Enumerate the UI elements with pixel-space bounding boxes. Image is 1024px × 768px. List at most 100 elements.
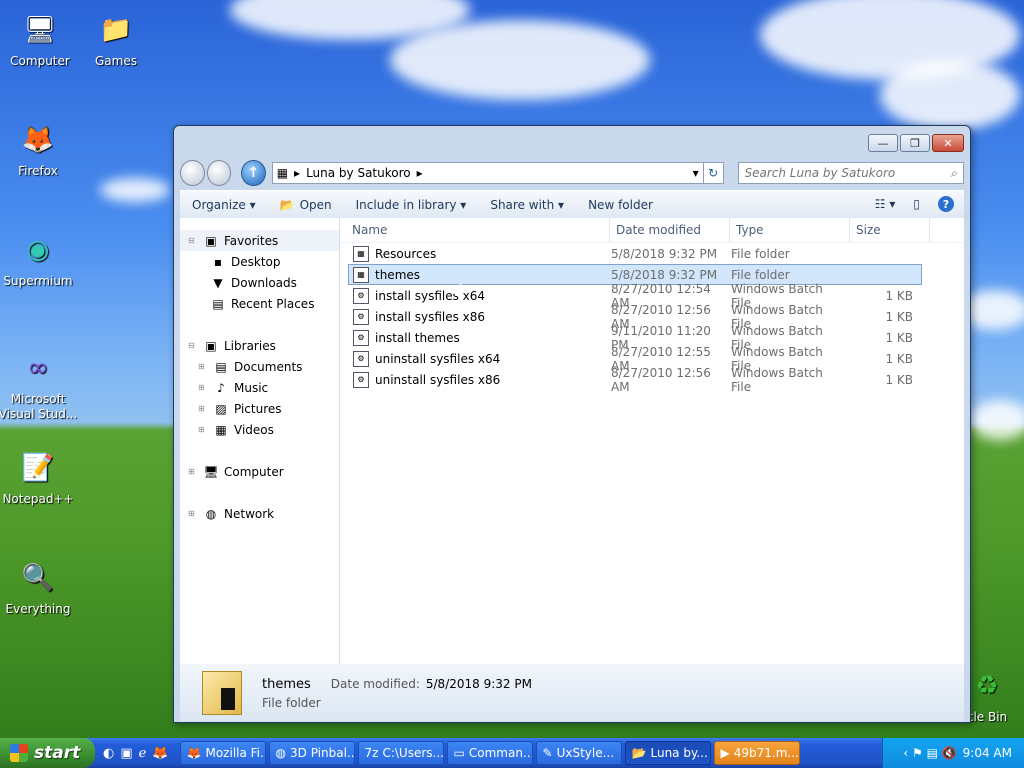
column-size[interactable]: Size	[850, 218, 930, 242]
preview-pane-button[interactable]: ▯	[913, 197, 920, 211]
collapse-icon[interactable]: ⊟	[188, 236, 198, 245]
desktop-icon-games[interactable]: 📁 Games	[76, 8, 156, 69]
breadcrumb-luna-by-satukoro[interactable]: Luna by Satukoro	[306, 166, 411, 180]
desktop-icon-visual-studio[interactable]: ∞ Microsoft Visual Stud...	[0, 346, 78, 422]
firefox-icon[interactable]: 🦊	[152, 746, 168, 761]
address-bar[interactable]: ▦ ▸ Luna by Satukoro ▸ ▾	[271, 162, 704, 184]
file-row[interactable]: ⚙ uninstall sysfiles x86 8/27/2010 12:56 …	[348, 366, 922, 394]
clock[interactable]: 9:04 AM	[963, 746, 1012, 760]
breadcrumb-separator-icon[interactable]: ▸	[294, 166, 300, 180]
desktop-icon-notepadpp[interactable]: 📝 Notepad++	[0, 446, 78, 507]
new-folder-button[interactable]: New folder	[588, 198, 653, 212]
desktop-icon-firefox[interactable]: 🦊 Firefox	[0, 118, 78, 179]
share-with-button[interactable]: Share with ▾	[490, 198, 564, 212]
quick-launch: ◐ ▣ ℯ 🦊	[95, 746, 177, 761]
navigation-pane: ⊟ ▣ Favorites ▪ Desktop ▼ Downloads ▤ Re…	[180, 218, 340, 664]
nav-desktop[interactable]: ▪ Desktop	[180, 251, 339, 272]
cloud	[390, 20, 650, 100]
expand-icon[interactable]: ⊞	[198, 425, 208, 434]
taskbar-button-video[interactable]: ▶ 49b71.m...	[713, 741, 800, 765]
open-folder-icon: 📂	[279, 197, 295, 212]
nav-documents[interactable]: ⊞ ▤ Documents	[180, 356, 339, 377]
details-date-value: 5/8/2018 9:32 PM	[425, 676, 532, 691]
column-date-modified[interactable]: Date modified	[610, 218, 730, 242]
cloud	[970, 400, 1024, 440]
expand-icon[interactable]: ⊞	[198, 383, 208, 392]
help-button[interactable]: ?	[938, 196, 954, 212]
file-row[interactable]: ▦ Resources 5/8/2018 9:32 PM File folder	[348, 243, 922, 264]
firefox-icon: 🦊	[21, 125, 55, 155]
desktop-icon-supermium[interactable]: ◉ Supermium	[0, 228, 78, 289]
nav-videos[interactable]: ⊞ ▦ Videos	[180, 419, 339, 440]
nav-network[interactable]: ⊞ ◍ Network	[180, 503, 339, 524]
expand-icon[interactable]: ⊞	[198, 404, 208, 413]
music-icon: ♪	[217, 380, 225, 395]
up-button[interactable]: ↑	[241, 160, 266, 186]
computer-icon: 🖥	[23, 15, 57, 45]
nav-libraries[interactable]: ⊟ ▣ Libraries	[180, 335, 339, 356]
nav-favorites[interactable]: ⊟ ▣ Favorites	[180, 230, 339, 251]
column-name[interactable]: Name	[340, 218, 610, 242]
taskbar-button-uxstyle[interactable]: ✎ UxStyle...	[535, 741, 622, 765]
taskbar-button-firefox[interactable]: 🦊 Mozilla Fi...	[179, 741, 266, 765]
desktop-icon-everything[interactable]: 🔍 Everything	[0, 556, 78, 617]
folder-icon: ▦	[353, 266, 369, 283]
taskbar-button-7zip[interactable]: 7z C:\Users...	[357, 741, 444, 765]
batch-file-icon: ⚙	[353, 308, 369, 325]
start-button[interactable]: start	[0, 738, 95, 768]
forward-button[interactable]	[206, 160, 232, 186]
windows-logo-icon	[10, 744, 28, 762]
back-button[interactable]	[180, 160, 205, 186]
supermium-icon: ◉	[26, 235, 50, 265]
nav-recent-places[interactable]: ▤ Recent Places	[180, 293, 339, 314]
column-header: Name Date modified Type Size	[340, 218, 964, 243]
taskbar: start ◐ ▣ ℯ 🦊 🦊 Mozilla Fi... ◍ 3D Pinbal.…	[0, 738, 1024, 768]
nav-downloads[interactable]: ▼ Downloads	[180, 272, 339, 293]
taskbar-button-luna[interactable]: 📂 Luna by...	[624, 741, 711, 765]
address-dropdown-icon[interactable]: ▾	[693, 166, 699, 180]
everything-search-icon: 🔍	[21, 563, 55, 593]
details-type: File folder	[262, 695, 321, 710]
refresh-button[interactable]: ↻	[702, 162, 724, 184]
search-input[interactable]	[744, 166, 951, 180]
expand-icon[interactable]: ⊞	[188, 509, 198, 518]
cloud	[100, 178, 170, 202]
batch-file-icon: ⚙	[353, 371, 369, 388]
organize-button[interactable]: Organize ▾	[192, 198, 256, 212]
column-type[interactable]: Type	[730, 218, 850, 242]
notepadpp-icon: 📝	[21, 453, 55, 483]
internet-explorer-icon[interactable]: ℯ	[139, 746, 147, 761]
navigation-bar: ↑ ▦ ▸ Luna by Satukoro ▸ ▾ ↻ ⌕	[180, 158, 964, 188]
tray-icons[interactable]: ‹ ⚑ ▤ 🔇	[903, 746, 956, 760]
star-icon: ▣	[205, 233, 217, 248]
computer-icon: 🖥	[203, 464, 219, 479]
nav-pictures[interactable]: ⊞ ▨ Pictures	[180, 398, 339, 419]
title-bar[interactable]: — ❐ ✕	[174, 126, 970, 158]
taskbar-button-command[interactable]: ▭ Comman...	[446, 741, 533, 765]
desktop-icon-computer[interactable]: 🖥 Computer	[0, 8, 80, 69]
details-name: themes	[262, 676, 311, 692]
search-box[interactable]: ⌕	[737, 162, 964, 184]
taskbar-button-pinball[interactable]: ◍ 3D Pinbal...	[268, 741, 355, 765]
folder-icon: 📂	[631, 746, 647, 760]
quick-launch-item-icon[interactable]: ▣	[120, 746, 132, 761]
visual-studio-icon: ∞	[27, 353, 49, 383]
include-in-library-button[interactable]: Include in library ▾	[356, 198, 467, 212]
collapse-icon[interactable]: ⊟	[188, 341, 198, 350]
firefox-icon: 🦊	[186, 746, 202, 760]
expand-icon[interactable]: ⊞	[188, 467, 198, 476]
views-button[interactable]: ☷ ▾	[875, 197, 896, 211]
close-button[interactable]: ✕	[932, 134, 964, 152]
nav-music[interactable]: ⊞ ♪ Music	[180, 377, 339, 398]
expand-icon[interactable]: ⊞	[198, 362, 208, 371]
recycle-bin-icon: ♻	[975, 671, 999, 701]
open-button[interactable]: 📂 Open	[280, 198, 332, 212]
minimize-button[interactable]: —	[868, 134, 898, 152]
nav-computer[interactable]: ⊞ 🖥 Computer	[180, 461, 339, 482]
breadcrumb-separator-icon[interactable]: ▸	[417, 166, 423, 180]
details-pane: themes Date modified: 5/8/2018 9:32 PM F…	[180, 664, 964, 722]
maximize-button[interactable]: ❐	[900, 134, 930, 152]
quick-launch-item-icon[interactable]: ◐	[103, 746, 114, 761]
folder-icon: ▦	[353, 245, 369, 262]
batch-file-icon: ⚙	[353, 287, 369, 304]
